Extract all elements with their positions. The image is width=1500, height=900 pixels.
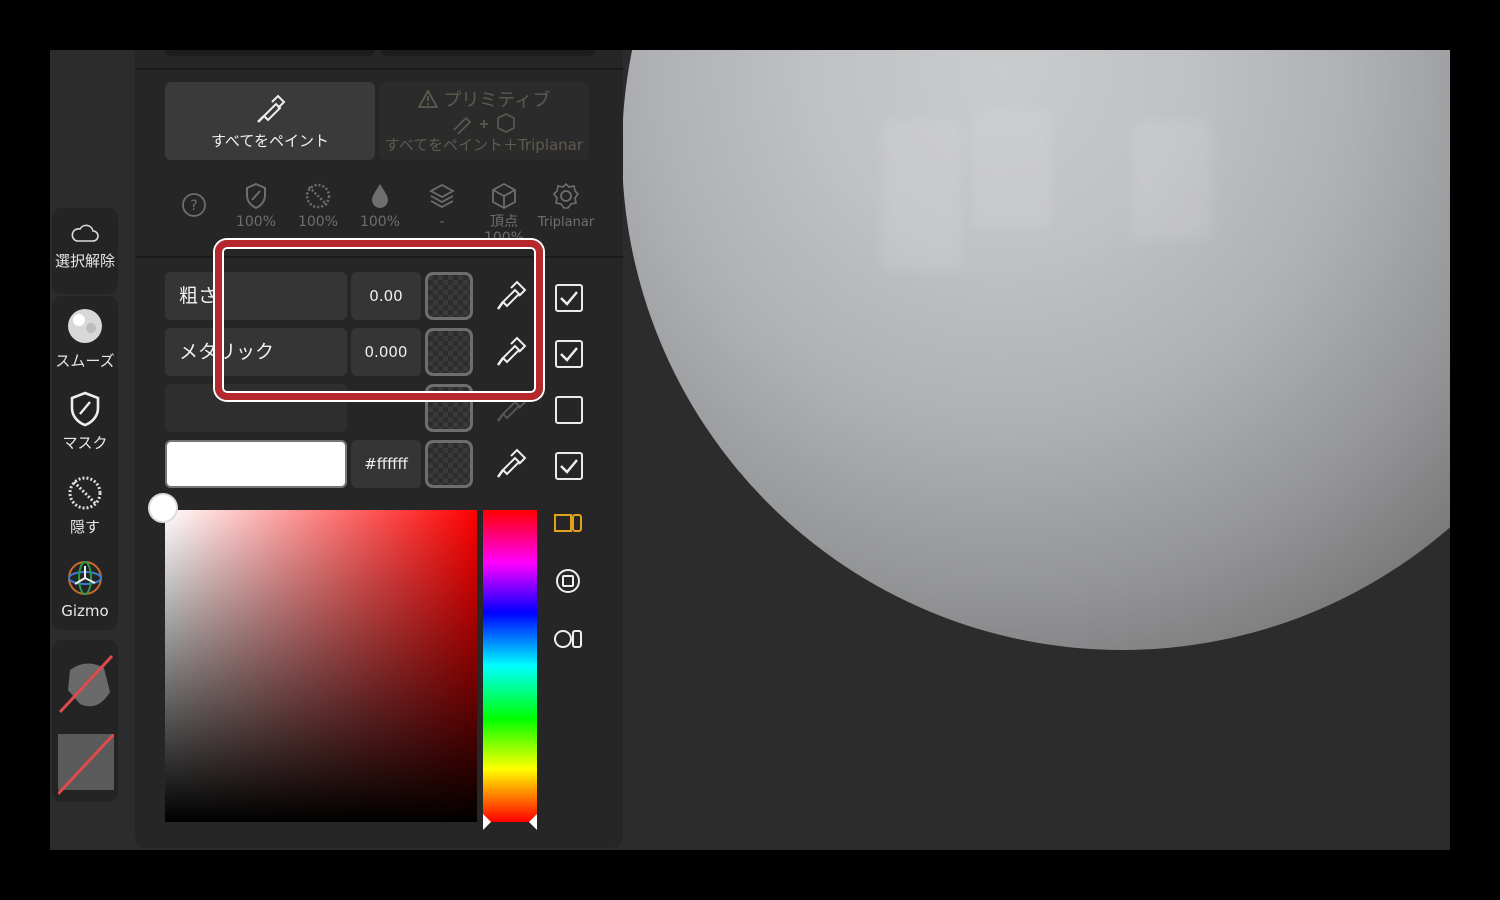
split-view-icon[interactable] [553,512,583,534]
divider [135,68,623,70]
deselect-button[interactable]: 選択解除 [52,222,118,271]
warning-icon [417,89,439,108]
layers-icon [429,183,455,209]
stat-opacity[interactable]: 100% [349,182,411,230]
gizmo-button[interactable]: Gizmo [52,558,118,620]
stat-value: Triplanar [537,215,595,230]
check-icon [560,459,578,474]
tool-label: マスク [62,434,108,452]
cube-icon [492,182,516,210]
color-preview[interactable] [165,440,347,488]
check-icon [560,347,578,362]
roughness-checkbox[interactable] [555,284,583,312]
stat-vertex[interactable]: 頂点 100% [473,182,535,246]
smooth-button[interactable]: スムーズ [52,306,118,371]
stat-label: 頂点 [490,214,518,230]
drop-icon [372,184,388,208]
stat-layers[interactable]: - [411,182,473,230]
toolbar-group-tools: スムーズ マスク 隠す Gizmo [52,296,118,630]
mode-label: すべてをペイント＋Triplanar [384,136,584,154]
hide-dotted-icon [68,476,102,510]
help-icon: ? [182,193,206,217]
texture-disabled-icon [56,732,116,796]
color-picker-icon[interactable] [493,446,529,482]
sculpt-sphere[interactable] [622,50,1450,650]
color-handle[interactable] [148,493,178,523]
matcap-button[interactable] [58,652,114,716]
hue-marker-left[interactable] [483,814,491,830]
smooth-ball-icon [68,309,102,343]
color-hex-value[interactable]: #ffffff [351,440,421,488]
svg-text:?: ? [190,198,197,214]
matcap-disabled-icon [58,654,114,714]
toolbar-group-material [52,640,118,802]
tool-label: Gizmo [61,602,109,620]
hue-marker-right[interactable] [529,814,537,830]
stat-mask[interactable]: 100% [225,182,287,230]
mask-button[interactable]: マスク [52,390,118,453]
mode-title: プリミティブ [443,90,551,111]
tool-label: 選択解除 [54,252,115,270]
hide-dotted-icon [305,183,331,209]
mask-shield-icon [246,182,266,210]
stat-hide[interactable]: 100% [287,182,349,230]
paint-panel: すべてをペイント プリミティブ すべてをペイント＋Triplanar ? 100… [135,50,623,848]
brush-cube-icon [453,113,515,134]
mask-shield-icon [70,391,100,427]
color-texture-slot[interactable] [425,440,473,488]
stat-value: 100% [359,214,401,230]
viewport[interactable]: 選択解除 スムーズ マスク 隠す Gizmo すべてをペイント プリミティブ す… [50,50,1450,850]
gear-icon [552,182,580,209]
circle-target-icon[interactable] [554,567,582,595]
saturation-value-square[interactable] [165,510,477,822]
tab-stub [381,50,595,56]
cloud-outline-icon [71,224,99,242]
tool-label: 隠す [69,518,100,536]
stat-value: - [439,214,445,230]
circle-rect-icon[interactable] [553,628,583,650]
annotation-highlight-box [215,240,543,400]
stat-value: 100% [235,214,277,230]
mode-label: すべてをペイント [210,132,330,150]
tab-stub [165,50,375,56]
hide-button[interactable]: 隠す [52,474,118,537]
color-checkbox[interactable] [555,452,583,480]
help-button[interactable]: ? [163,182,225,222]
texture-button[interactable] [56,732,116,796]
stat-value: 100% [297,214,339,230]
toolbar-group-selection: 選択解除 [52,208,118,294]
check-icon [560,291,578,306]
paint-all-button[interactable]: すべてをペイント [165,82,375,160]
tool-label: スムーズ [55,352,115,370]
hue-slider[interactable] [483,510,537,822]
gizmo-axes-icon [68,561,102,595]
stat-triplanar[interactable]: Triplanar [535,182,597,231]
primitive-triplanar-button[interactable]: プリミティブ すべてをペイント＋Triplanar [379,82,589,160]
third-row-checkbox[interactable] [555,396,583,424]
metallic-checkbox[interactable] [555,340,583,368]
brush-icon [257,94,286,123]
